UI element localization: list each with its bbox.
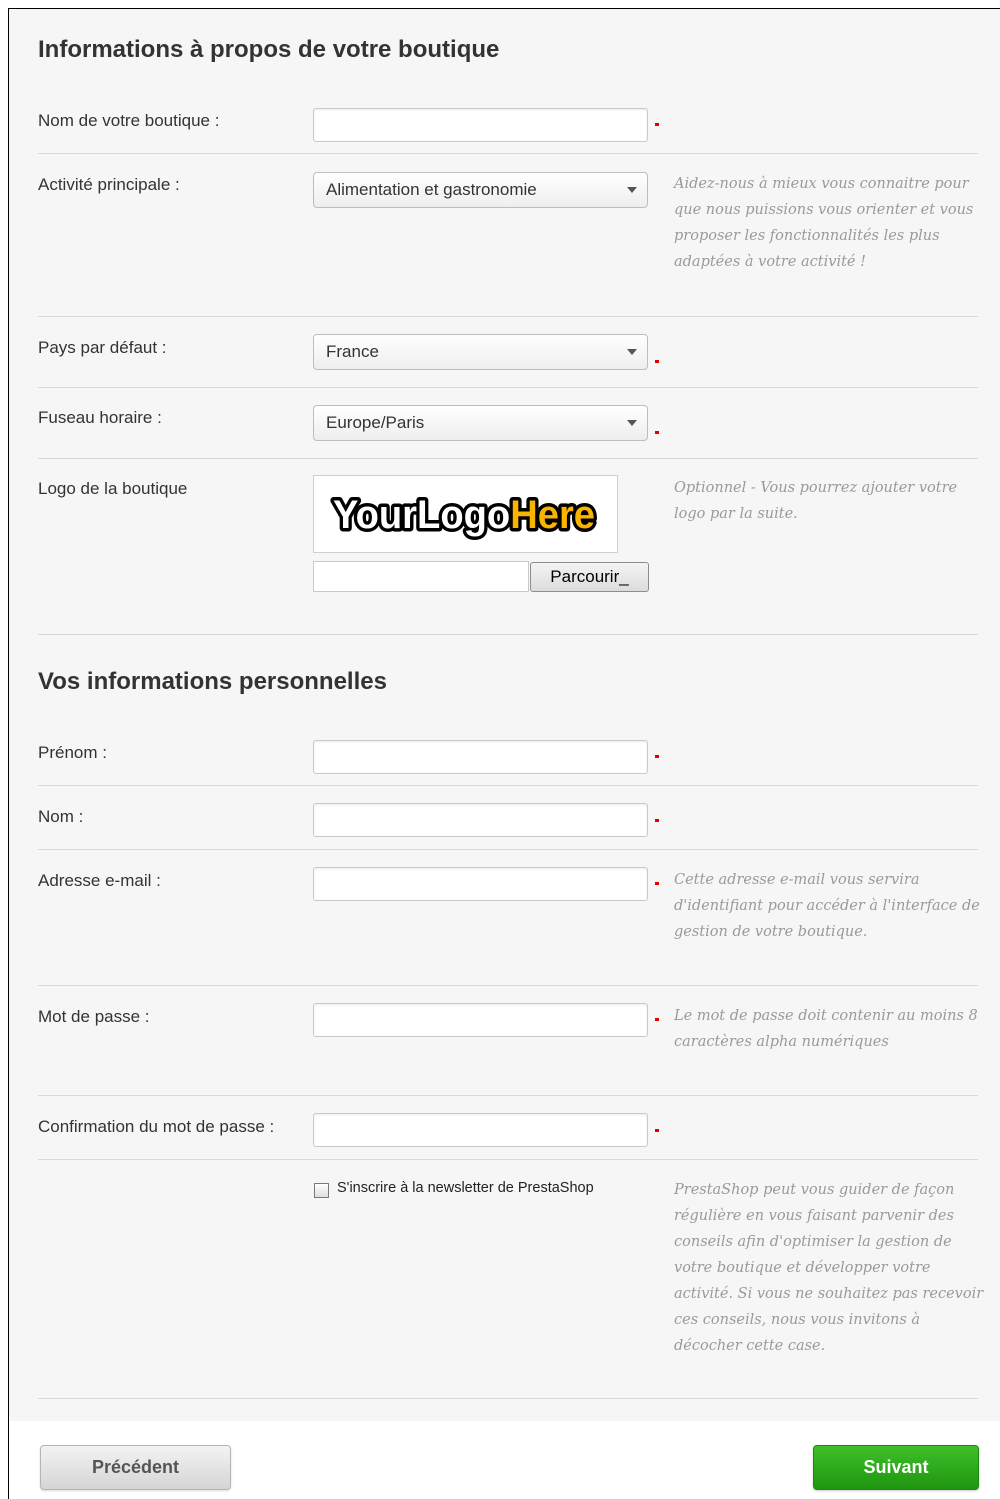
activity-hint: Aidez-nous à mieux vous connaitre pour q… xyxy=(674,176,974,270)
frame-top-border xyxy=(8,8,1000,9)
personal-section-title: Vos informations personnelles xyxy=(38,668,387,695)
password-hint: Le mot de passe doit contenir au moins 8… xyxy=(674,1008,978,1050)
shop-logo-preview: YourLogoHere YourLogoHere xyxy=(313,475,618,553)
logo-file-path-field[interactable] xyxy=(313,561,529,592)
confirm-password-input[interactable] xyxy=(313,1113,648,1147)
newsletter-hint: PrestaShop peut vous guider de façon rég… xyxy=(674,1182,984,1354)
separator xyxy=(38,634,978,635)
timezone-select-value: Europe/Paris xyxy=(326,413,425,432)
email-input[interactable] xyxy=(313,867,648,901)
frame-left-border xyxy=(8,8,9,1499)
newsletter-checkbox[interactable] xyxy=(314,1183,329,1198)
password-input[interactable] xyxy=(313,1003,648,1037)
email-required-marker xyxy=(655,882,659,885)
country-label: Pays par défaut : xyxy=(38,338,167,357)
firstname-label: Prénom : xyxy=(38,743,107,762)
activity-select[interactable]: Alimentation et gastronomie xyxy=(313,172,648,208)
timezone-label: Fuseau horaire : xyxy=(38,408,162,427)
confirm-password-required-marker xyxy=(655,1129,659,1132)
installer-frame: Informations à propos de votre boutique … xyxy=(0,0,1000,1499)
separator xyxy=(38,153,978,154)
shop-name-required-marker xyxy=(655,123,659,126)
email-label: Adresse e-mail : xyxy=(38,871,161,890)
shop-logo-image: YourLogoHere YourLogoHere xyxy=(330,490,599,541)
previous-button[interactable]: Précédent xyxy=(40,1445,231,1490)
lastname-label: Nom : xyxy=(38,807,84,826)
lastname-required-marker xyxy=(655,819,659,822)
timezone-select[interactable]: Europe/Paris xyxy=(313,405,648,441)
separator xyxy=(38,849,978,850)
separator xyxy=(38,387,978,388)
separator xyxy=(38,1398,978,1399)
separator xyxy=(38,1095,978,1096)
svg-text:YourLogoHere: YourLogoHere xyxy=(333,493,595,537)
shop-name-input[interactable] xyxy=(313,108,648,142)
confirm-password-label: Confirmation du mot de passe : xyxy=(38,1117,275,1136)
chevron-down-icon xyxy=(627,187,637,193)
separator xyxy=(38,985,978,986)
activity-label: Activité principale : xyxy=(38,175,180,194)
timezone-required-marker xyxy=(655,431,659,434)
separator xyxy=(38,316,978,317)
password-label: Mot de passe : xyxy=(38,1007,150,1026)
shop-name-label: Nom de votre boutique : xyxy=(38,111,220,130)
country-select-value: France xyxy=(326,342,379,361)
browse-button[interactable]: Parcourir_ xyxy=(530,562,649,592)
country-select[interactable]: France xyxy=(313,334,648,370)
activity-select-value: Alimentation et gastronomie xyxy=(326,180,537,199)
separator xyxy=(38,458,978,459)
email-hint: Cette adresse e-mail vous servira d'iden… xyxy=(674,872,980,940)
separator xyxy=(38,785,978,786)
logo-hint: Optionnel - Vous pourrez ajouter votre l… xyxy=(674,480,958,522)
lastname-input[interactable] xyxy=(313,803,648,837)
firstname-input[interactable] xyxy=(313,740,648,774)
separator xyxy=(38,1159,978,1160)
chevron-down-icon xyxy=(627,349,637,355)
next-button[interactable]: Suivant xyxy=(813,1445,979,1490)
password-required-marker xyxy=(655,1018,659,1021)
chevron-down-icon xyxy=(627,420,637,426)
newsletter-label[interactable]: S'inscrire à la newsletter de PrestaShop xyxy=(337,1180,594,1196)
firstname-required-marker xyxy=(655,755,659,758)
shop-section-title: Informations à propos de votre boutique xyxy=(38,36,500,63)
logo-label: Logo de la boutique xyxy=(38,479,188,498)
country-required-marker xyxy=(655,360,659,363)
